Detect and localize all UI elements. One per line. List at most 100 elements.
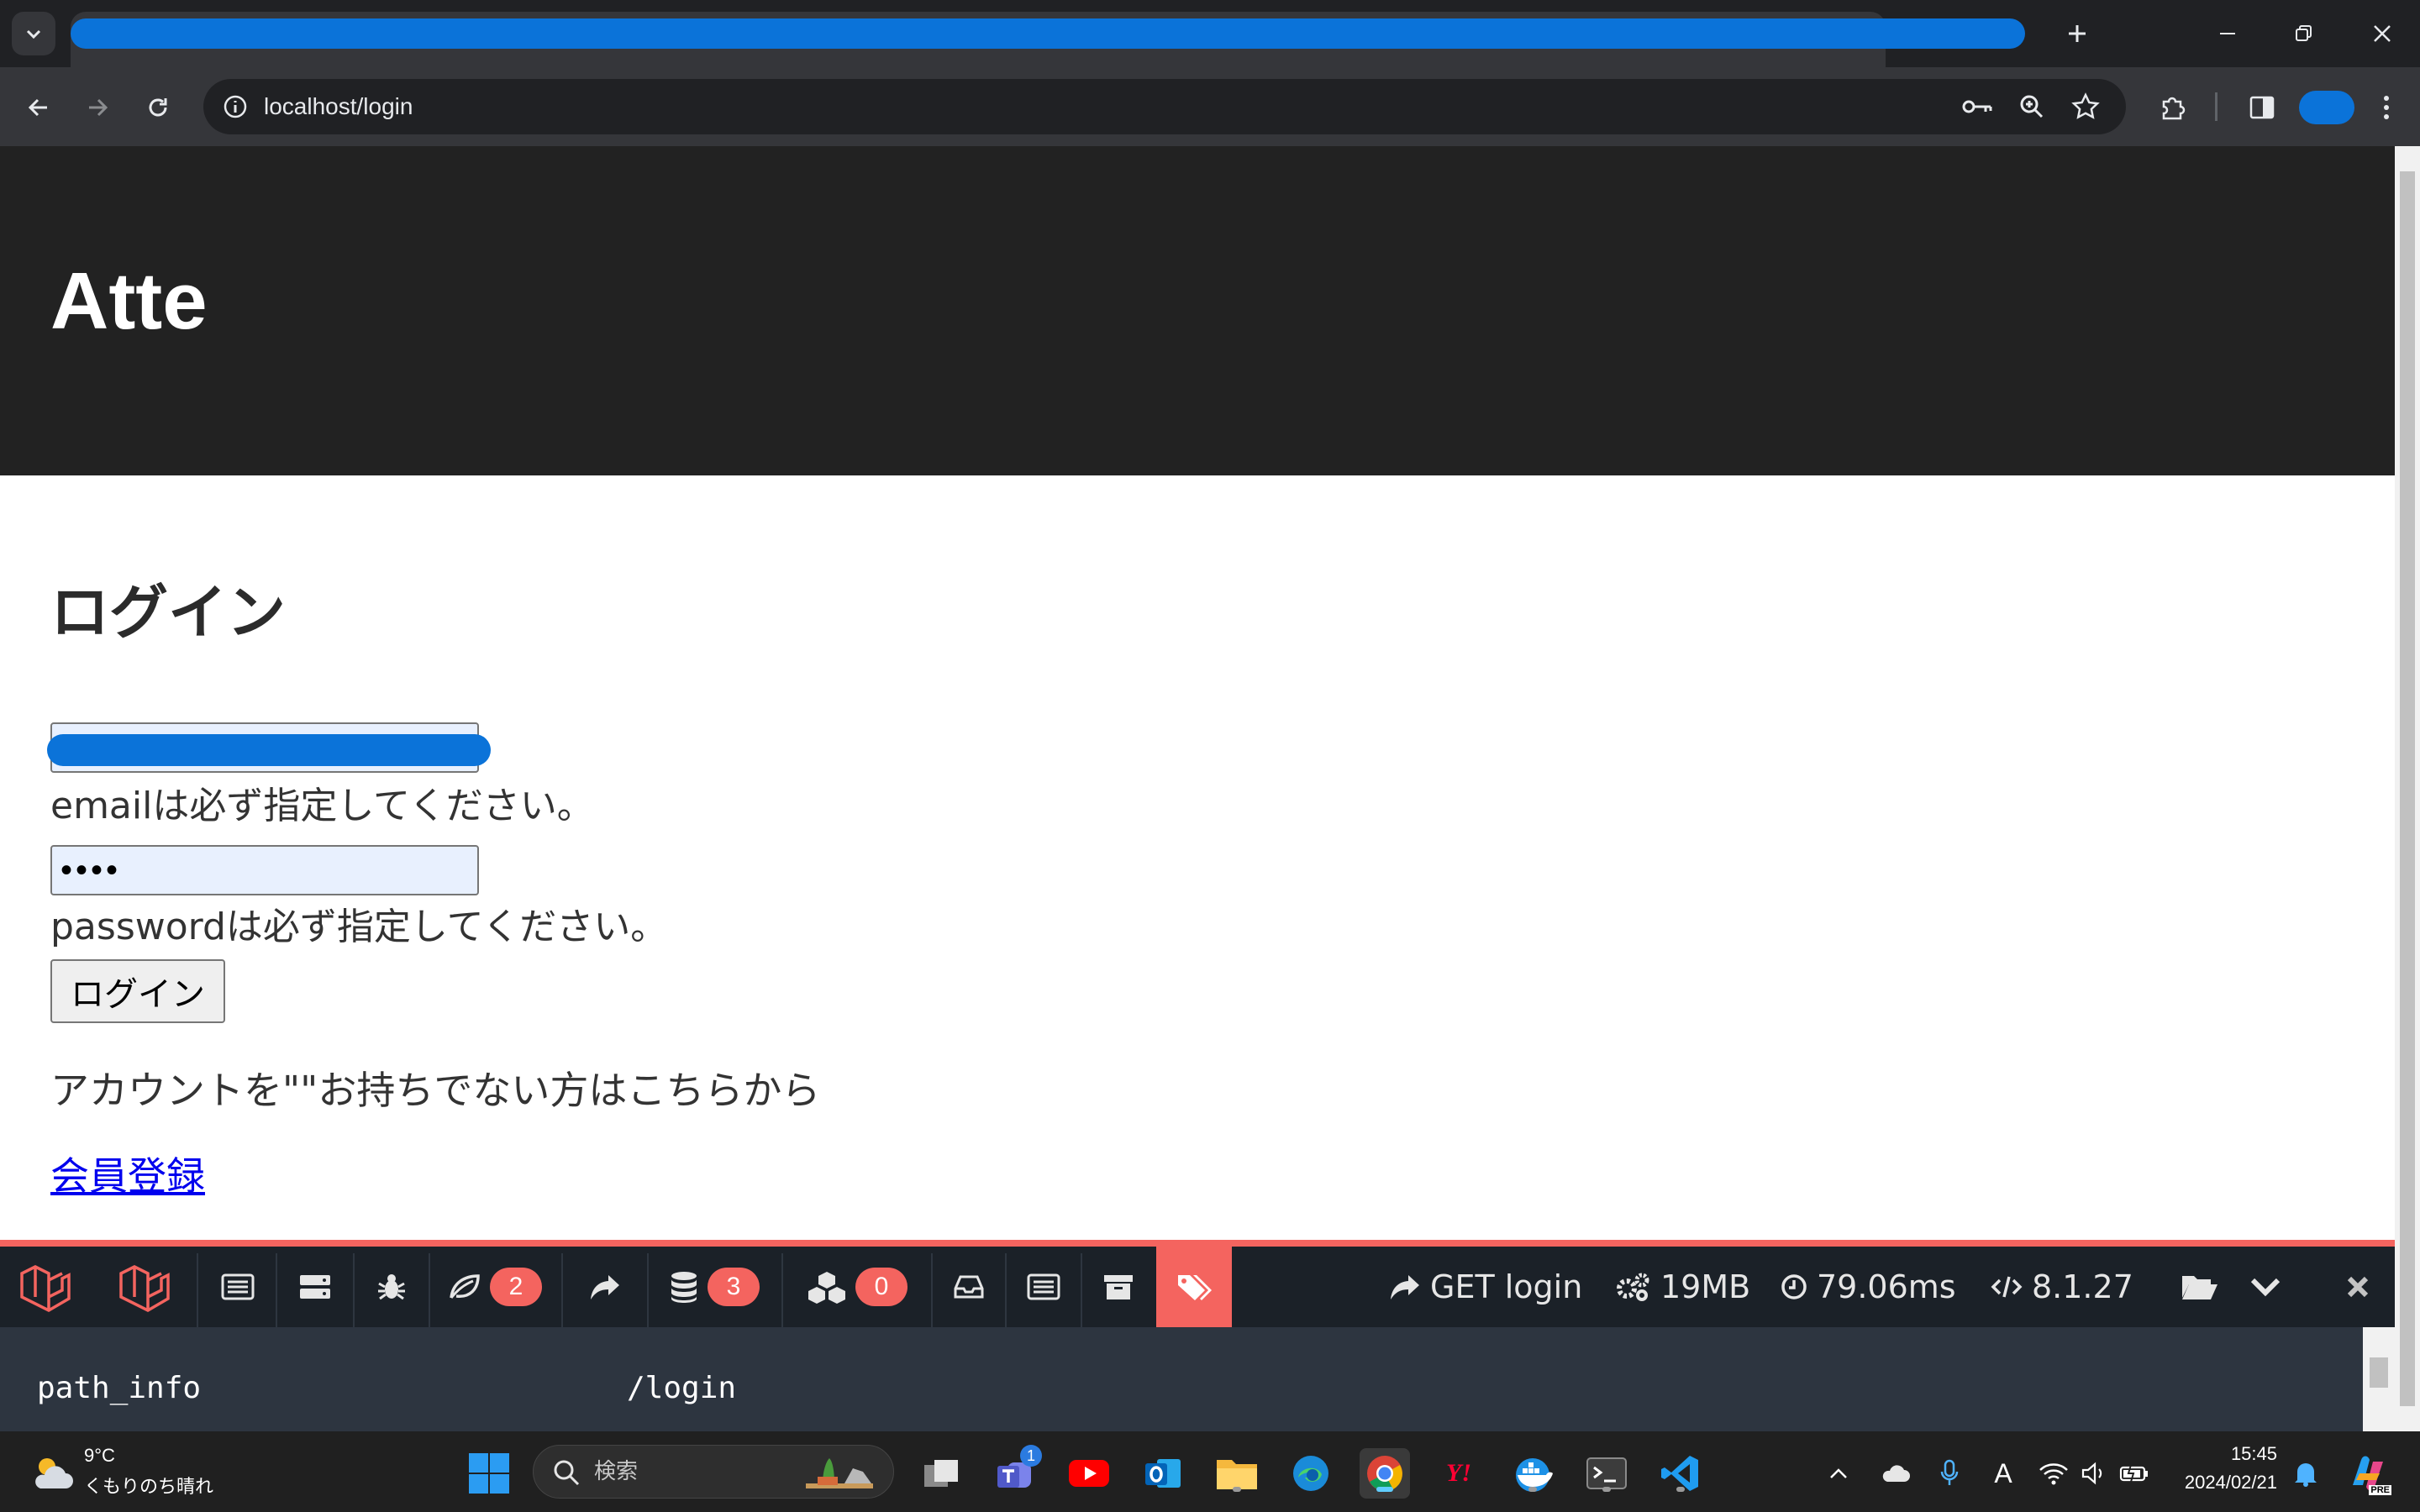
notifications-button[interactable]: [2289, 1457, 2323, 1490]
laravel-logo-icon[interactable]: [17, 1262, 76, 1320]
restore-button[interactable]: [2265, 0, 2341, 67]
list-icon: [221, 1273, 255, 1300]
cloud-icon: [1882, 1465, 1910, 1482]
copilot-pre-label: PRE: [2369, 1485, 2391, 1495]
debugbar-tab-tags[interactable]: [1156, 1247, 1232, 1327]
profile-button[interactable]: [2299, 91, 2354, 124]
zoom-button[interactable]: [2015, 90, 2049, 123]
debugbar-tab-models[interactable]: 0: [783, 1247, 931, 1327]
docker-app[interactable]: [1507, 1448, 1558, 1499]
yahoo-app[interactable]: Y!: [1434, 1448, 1484, 1499]
teams-app[interactable]: 1: [990, 1445, 1042, 1499]
debugbar-tab-queries[interactable]: 3: [649, 1247, 780, 1327]
panel-scroll-thumb[interactable]: [2370, 1357, 2388, 1388]
debugbar-tab-mails[interactable]: [933, 1247, 1005, 1327]
arrow-left-icon: [28, 98, 47, 117]
register-link[interactable]: 会員登録: [50, 1151, 205, 1201]
debugbar-tab-exceptions[interactable]: [355, 1247, 429, 1327]
debugbar-tab-request[interactable]: [1007, 1247, 1081, 1327]
side-panel-button[interactable]: [2238, 84, 2286, 131]
password-field[interactable]: ••••: [50, 845, 479, 895]
reload-button[interactable]: [136, 86, 180, 129]
task-view-button[interactable]: [916, 1448, 966, 1499]
login-button[interactable]: ログイン: [50, 959, 225, 1023]
extensions-button[interactable]: [2149, 84, 2196, 131]
site-info-button[interactable]: [220, 92, 250, 122]
memory-text: 19MB: [1660, 1268, 1751, 1305]
address-text[interactable]: localhost/login: [264, 79, 413, 134]
ime-label: A: [1994, 1457, 2012, 1488]
request-value: /login: [627, 1371, 737, 1405]
minimize-debugbar-button[interactable]: [2240, 1247, 2291, 1327]
bookmark-button[interactable]: [2069, 90, 2102, 123]
debugbar-tab-views[interactable]: 2: [430, 1247, 560, 1327]
forward-button[interactable]: [76, 86, 119, 129]
laravel-logo-icon[interactable]: [116, 1262, 175, 1320]
clock-date[interactable]: 2024/02/21: [2151, 1472, 2277, 1494]
copilot-button[interactable]: PRE: [2344, 1450, 2391, 1497]
back-button[interactable]: [17, 86, 60, 129]
cubes-icon: [808, 1272, 845, 1304]
no-account-text: アカウントを""お持ちでない方はこちらから: [50, 1068, 821, 1113]
clock-time[interactable]: 15:45: [2185, 1443, 2277, 1465]
open-handler-button[interactable]: [2175, 1247, 2225, 1327]
microphone-icon: [1940, 1459, 1959, 1485]
screen: localhost/login Atte ログイン emailは必ず指定してくだ…: [0, 0, 2420, 1512]
vscode-app[interactable]: [1655, 1448, 1706, 1499]
chevron-up-icon: [1830, 1468, 1847, 1478]
onedrive-tray[interactable]: [1879, 1457, 1912, 1490]
chrome-app[interactable]: [1360, 1448, 1410, 1499]
close-debugbar-button[interactable]: [2333, 1247, 2383, 1327]
file-explorer-app[interactable]: [1212, 1448, 1262, 1499]
tab-search-button[interactable]: [12, 12, 55, 55]
battery-tray[interactable]: [2118, 1457, 2151, 1490]
debugbar-tab-session[interactable]: [1082, 1247, 1155, 1327]
duration-text: 79.06ms: [1817, 1268, 1956, 1305]
page-viewport: Atte ログイン emailは必ず指定してください。 •••• passwor…: [0, 146, 2395, 1243]
weather-temperature: 9°C: [84, 1445, 115, 1466]
youtube-icon: [1069, 1460, 1109, 1487]
cloud-sun-icon: [35, 1458, 73, 1488]
debugbar-tab-timeline[interactable]: [277, 1247, 353, 1327]
microphone-tray[interactable]: [1933, 1457, 1966, 1490]
key-icon: [1962, 100, 1992, 113]
star-icon: [2071, 92, 2100, 119]
close-window-button[interactable]: [2344, 0, 2420, 67]
app-running-indicator: [1376, 1487, 1393, 1492]
debugbar-tab-messages[interactable]: [200, 1247, 276, 1327]
wifi-tray[interactable]: [2037, 1457, 2070, 1490]
edge-app[interactable]: [1286, 1448, 1336, 1499]
taskbar-search[interactable]: 検索: [533, 1445, 894, 1499]
volume-tray[interactable]: [2077, 1457, 2111, 1490]
minimize-button[interactable]: [2190, 0, 2265, 67]
teams-notification-badge: 1: [1020, 1445, 1042, 1467]
plus-icon: [2069, 25, 2086, 42]
share-arrow-icon: [591, 1275, 619, 1299]
email-error-message: emailは必ず指定してください。: [50, 785, 594, 827]
address-bar[interactable]: localhost/login: [203, 79, 2126, 134]
memory-info[interactable]: 19MB: [1615, 1247, 1750, 1327]
route-info[interactable]: GET login: [1388, 1247, 1582, 1327]
kebab-menu-icon: [2384, 96, 2389, 119]
debugbar-tab-route[interactable]: [563, 1247, 647, 1327]
outlook-app[interactable]: [1138, 1448, 1188, 1499]
browser-menu-button[interactable]: [2363, 84, 2410, 131]
outlook-icon: [1145, 1459, 1181, 1488]
terminal-app[interactable]: [1581, 1448, 1632, 1499]
new-tab-button[interactable]: [2055, 12, 2099, 55]
database-icon: [671, 1272, 697, 1303]
start-button[interactable]: [467, 1452, 511, 1495]
app-running-indicator: [1602, 1487, 1611, 1492]
search-placeholder: 検索: [594, 1459, 639, 1484]
duration-info[interactable]: 79.06ms: [1780, 1247, 1956, 1327]
page-scroll-thumb[interactable]: [2400, 171, 2415, 1406]
php-version-text: 8.1.27: [2032, 1268, 2133, 1305]
youtube-app[interactable]: [1064, 1448, 1114, 1499]
ime-indicator[interactable]: A: [1986, 1457, 2020, 1490]
php-version-info[interactable]: 8.1.27: [1990, 1247, 2133, 1327]
show-hidden-icons-button[interactable]: [1822, 1457, 1855, 1490]
panel-scrollbar[interactable]: [2363, 1327, 2395, 1431]
weather-widget[interactable]: 9°C くもりのち晴れ: [25, 1443, 218, 1502]
password-manager-button[interactable]: [1961, 90, 1995, 123]
page-scrollbar[interactable]: [2395, 146, 2420, 1431]
